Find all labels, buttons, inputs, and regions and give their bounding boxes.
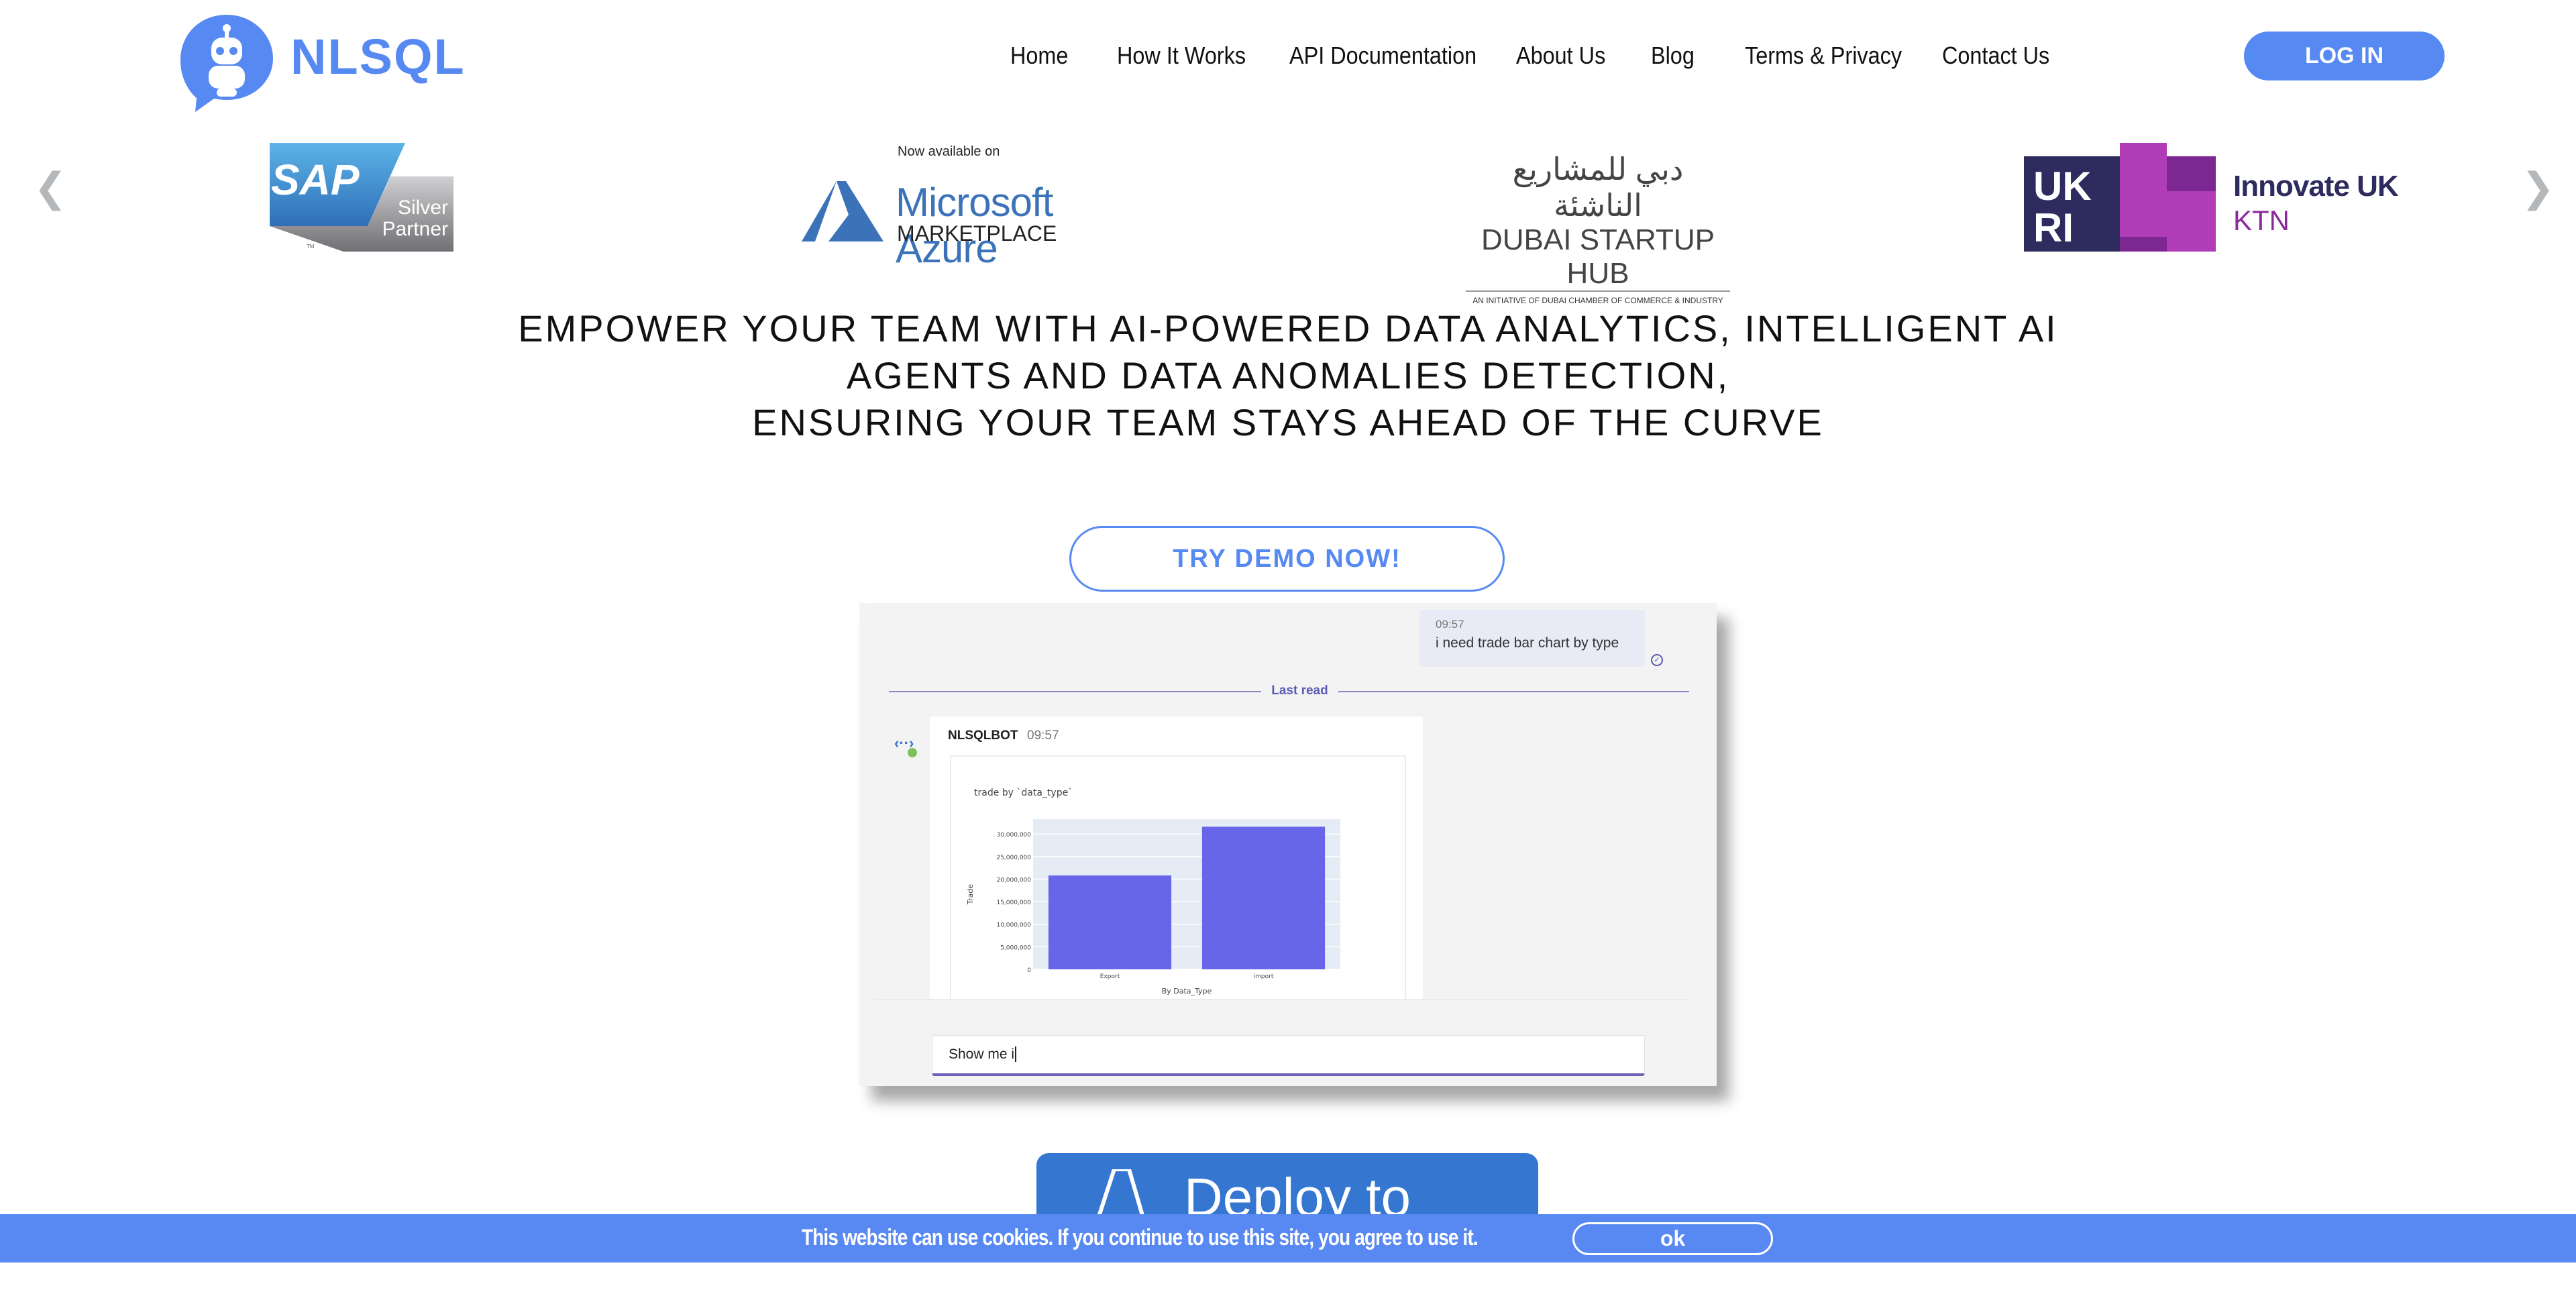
bot-name: NLSQLBOT <box>948 729 1018 743</box>
robot-logo-icon <box>180 15 273 112</box>
innovate-uk-text: Innovate UK <box>2233 170 2399 203</box>
bot-avatar-icon: ‹··› <box>894 735 917 757</box>
sap-tm: TM <box>307 244 315 250</box>
chevron-left-icon[interactable]: ❮ <box>34 164 67 211</box>
y-tick-label: 30,000,000 <box>996 832 1031 839</box>
user-message-text: i need trade bar chart by type <box>1436 635 1619 651</box>
dubai-arabic: دبي للمشاريع الناشئة <box>1512 152 1684 223</box>
user-message-time: 09:57 <box>1436 618 1464 631</box>
hero-headline: EMPOWER YOUR TEAM WITH AI-POWERED DATA A… <box>0 305 2576 446</box>
nav-terms-privacy[interactable]: Terms & Privacy <box>1745 42 1902 70</box>
y-tick-label: 0 <box>1027 967 1031 974</box>
azure-marketplace-logo: Now available on Microsoft Azure MARKETP… <box>802 144 1155 271</box>
sap-text: SAP <box>271 156 360 204</box>
nav-blog[interactable]: Blog <box>1651 42 1695 70</box>
dubai-startup-hub-logo: دبي للمشاريع الناشئة DUBAI STARTUP HUB A… <box>1466 151 1730 305</box>
chart-frame: trade by `data_type` 0 5,000,000 10,000,000… <box>950 755 1406 999</box>
composer-separator <box>874 999 1690 1000</box>
nav-contact-us[interactable]: Contact Us <box>1942 42 2049 70</box>
sap-partner: Partner <box>382 218 448 240</box>
cookie-ok-button[interactable]: ok <box>1572 1222 1773 1255</box>
ktn-text: KTN <box>2233 205 2290 236</box>
nav-about-us[interactable]: About Us <box>1516 42 1605 70</box>
y-tick-label: 10,000,000 <box>996 922 1031 929</box>
login-button[interactable]: LOG IN <box>2244 32 2445 80</box>
nav-how-it-works[interactable]: How It Works <box>1117 42 1246 70</box>
bot-message-card: NLSQLBOT 09:57 trade by `data_type` 0 5,00… <box>930 716 1423 999</box>
azure-icon <box>802 181 883 241</box>
brand-name[interactable]: NLSQL <box>290 28 466 85</box>
sap-silver-partner-logo: SAP Silver Partner TM <box>270 143 453 252</box>
chevron-right-icon[interactable]: ❯ <box>2521 164 2555 211</box>
headline-line-1: EMPOWER YOUR TEAM WITH AI-POWERED DATA A… <box>518 307 2058 350</box>
azure-now-available: Now available on <box>898 144 1000 159</box>
read-check-icon: ✓ <box>1651 654 1663 666</box>
nav-home[interactable]: Home <box>1010 42 1068 70</box>
cookie-banner: This website can use cookies. If you con… <box>0 1214 2576 1262</box>
nav-api-documentation[interactable]: API Documentation <box>1289 42 1477 70</box>
headline-line-2: AGENTS AND DATA ANOMALIES DETECTION, <box>846 354 1730 396</box>
last-read-label: Last read <box>1271 684 1328 698</box>
bar-export <box>1048 875 1172 969</box>
dubai-sub: AN INITIATIVE OF DUBAI CHAMBER OF COMMER… <box>1472 296 1723 305</box>
x-tick-label: import <box>1254 973 1274 980</box>
azure-marketplace: MARKETPLACE <box>897 221 1057 246</box>
dubai-name: DUBAI STARTUP HUB <box>1466 223 1730 292</box>
message-input-value: Show me i <box>949 1046 1015 1062</box>
bar-import <box>1201 826 1326 969</box>
divider-line-right <box>1338 691 1689 692</box>
headline-line-3: ENSURING YOUR TEAM STAYS AHEAD OF THE CU… <box>752 401 1824 443</box>
y-tick-label: 25,000,000 <box>996 855 1031 861</box>
chart-title: trade by `data_type` <box>974 788 1073 798</box>
bot-message-time: 09:57 <box>1027 729 1059 743</box>
logo[interactable] <box>179 13 274 112</box>
ukri-mark-1: UK <box>2033 164 2092 209</box>
message-input[interactable]: Show me i <box>932 1035 1645 1076</box>
try-demo-button[interactable]: TRY DEMO NOW! <box>1069 526 1505 592</box>
y-axis-label: Trade <box>966 884 975 905</box>
chat-demo-screenshot: 09:57 i need trade bar chart by type ✓ L… <box>859 603 1717 1086</box>
divider-line-left <box>889 691 1261 692</box>
cookie-text: This website can use cookies. If you con… <box>802 1225 1479 1250</box>
y-tick-label: 15,000,000 <box>996 900 1031 906</box>
user-message-bubble: 09:57 i need trade bar chart by type <box>1419 610 1645 667</box>
x-axis-label: By Data_Type <box>1162 987 1212 996</box>
ukri-mark-2: RI <box>2033 205 2074 250</box>
online-status-icon <box>908 748 917 757</box>
x-tick-label: Export <box>1100 973 1120 980</box>
innovate-uk-ktn-logo: UK RI Innovate UK KTN <box>2024 143 2402 252</box>
y-tick-label: 5,000,000 <box>1000 945 1031 951</box>
sap-silver: Silver <box>397 197 448 219</box>
trade-bar-chart: trade by `data_type` 0 5,000,000 10,000,000… <box>966 788 1340 996</box>
y-tick-label: 20,000,000 <box>996 877 1031 883</box>
